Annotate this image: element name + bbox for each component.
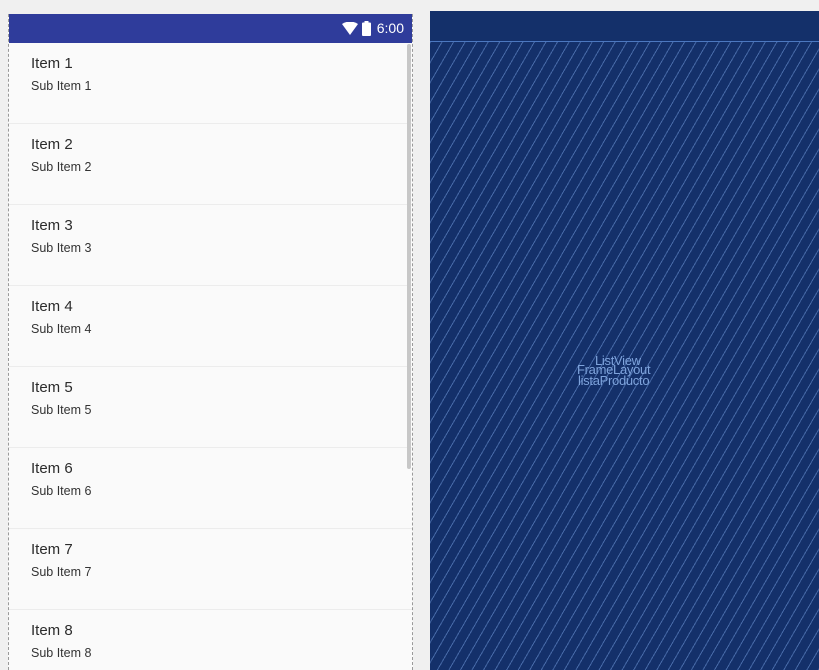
blueprint-preview[interactable]: ListView FrameLayout listaProducto [430, 11, 819, 670]
blueprint-component-id: listaProducto [578, 373, 650, 388]
list-item[interactable]: Item 1 Sub Item 1 [9, 43, 412, 124]
list-item-title: Item 3 [31, 217, 73, 234]
list-item[interactable]: Item 7 Sub Item 7 [9, 529, 412, 610]
list-item[interactable]: Item 3 Sub Item 3 [9, 205, 412, 286]
list-item-title: Item 2 [31, 136, 73, 153]
design-preview[interactable]: 6:00 Item 1 Sub Item 1 Item 2 Sub Item 2… [8, 14, 413, 670]
blueprint-listview[interactable]: ListView FrameLayout listaProducto [430, 42, 819, 670]
list-item-title: Item 8 [31, 622, 73, 639]
list-item-subtitle: Sub Item 8 [31, 646, 92, 660]
list-item[interactable]: Item 8 Sub Item 8 [9, 610, 412, 670]
list-item[interactable]: Item 5 Sub Item 5 [9, 367, 412, 448]
status-icons: 6:00 [341, 14, 404, 43]
list-item-title: Item 4 [31, 298, 73, 315]
list-item[interactable]: Item 6 Sub Item 6 [9, 448, 412, 529]
list-item-title: Item 1 [31, 55, 73, 72]
battery-icon [361, 21, 371, 36]
list-item-subtitle: Sub Item 5 [31, 403, 92, 417]
list-item[interactable]: Item 2 Sub Item 2 [9, 124, 412, 205]
list-item-title: Item 5 [31, 379, 73, 396]
status-bar: 6:00 [9, 14, 412, 43]
list-item-subtitle: Sub Item 1 [31, 79, 92, 93]
product-list[interactable]: Item 1 Sub Item 1 Item 2 Sub Item 2 Item… [9, 43, 412, 670]
blueprint-status-bar [430, 11, 819, 42]
list-item-subtitle: Sub Item 6 [31, 484, 92, 498]
wifi-icon [341, 21, 358, 36]
layout-editor-canvas: 6:00 Item 1 Sub Item 1 Item 2 Sub Item 2… [0, 0, 819, 670]
list-item-title: Item 7 [31, 541, 73, 558]
list-item[interactable]: Item 4 Sub Item 4 [9, 286, 412, 367]
list-item-subtitle: Sub Item 3 [31, 241, 92, 255]
status-time: 6:00 [376, 20, 404, 36]
list-scrollbar[interactable] [407, 44, 411, 469]
list-item-subtitle: Sub Item 4 [31, 322, 92, 336]
list-item-title: Item 6 [31, 460, 73, 477]
list-item-subtitle: Sub Item 7 [31, 565, 92, 579]
list-item-subtitle: Sub Item 2 [31, 160, 92, 174]
